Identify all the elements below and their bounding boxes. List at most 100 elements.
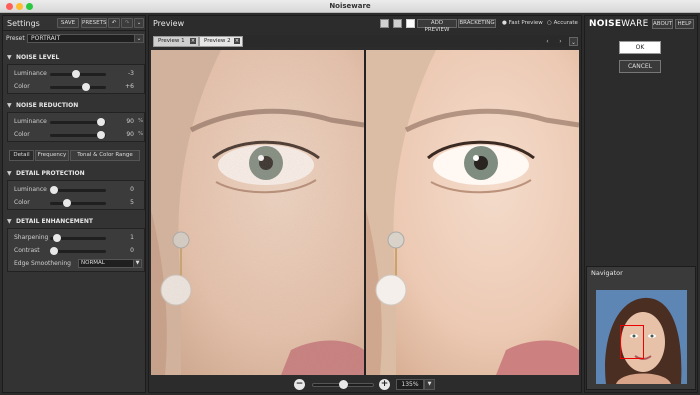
detail-protection-luminance-row: Luminance 0 (8, 184, 144, 196)
window-title: Noiseware (329, 2, 371, 10)
next-tab-button[interactable]: › (556, 37, 565, 46)
help-button[interactable]: HELP (675, 19, 694, 29)
preview-title: Preview (153, 19, 185, 28)
chevron-down-icon: ⌄ (570, 39, 577, 46)
tab-detail[interactable]: Detail (9, 150, 34, 161)
tab-tonal-color-range[interactable]: Tonal & Color Range (70, 150, 140, 161)
slider-track[interactable] (50, 202, 106, 205)
logo-bold: NOISE (589, 19, 622, 29)
portrait-noisy-image (151, 50, 364, 375)
prev-tab-button[interactable]: ‹ (543, 37, 552, 46)
navigator-title: Navigator (591, 269, 623, 277)
slider-value: -3 (128, 70, 134, 77)
detail-protection-color-row: Color 5 (8, 197, 144, 209)
preset-row: Preset PORTRAIT ⌄ (3, 32, 145, 46)
tab-label: Preview 1 (158, 38, 185, 44)
navigator-thumbnail[interactable] (596, 290, 687, 384)
add-preview-button[interactable]: ADD PREVIEW (417, 19, 457, 33)
right-panel: NOISEWARE 5 ABOUT HELP OK CANCEL Navigat… (584, 15, 698, 393)
chevron-left-icon: ‹ (546, 38, 549, 45)
slider-knob[interactable] (96, 131, 105, 139)
accurate-radio[interactable]: ○ Accurate (547, 20, 578, 26)
split-horizontal-button[interactable] (393, 19, 402, 28)
slider-knob[interactable] (63, 199, 71, 207)
edge-smoothening-select[interactable]: NORMAL (78, 259, 134, 268)
fast-preview-radio[interactable]: ● Fast Preview (502, 20, 543, 26)
zoom-out-button[interactable]: − (294, 379, 305, 390)
slider-value: 1 (130, 234, 134, 241)
zoom-dropdown-button[interactable]: ▼ (424, 379, 435, 390)
close-icon[interactable]: × (234, 38, 240, 44)
edge-smoothening-dropdown[interactable]: ▼ (133, 259, 142, 268)
slider-label: Color (14, 131, 30, 138)
slider-track[interactable] (50, 86, 106, 89)
presets-button[interactable]: PRESETS (81, 18, 107, 28)
noise-reduction-header[interactable]: ▼ NOISE REDUCTION (3, 100, 145, 111)
close-icon[interactable]: × (190, 38, 196, 44)
single-view-button[interactable] (380, 19, 389, 28)
preview-image-area[interactable] (151, 50, 579, 375)
chevron-down-icon: ⌄ (136, 20, 142, 26)
minus-icon: − (295, 379, 304, 389)
bracketing-button[interactable]: BRACKETING (458, 19, 496, 28)
slider-track[interactable] (50, 189, 106, 192)
undo-icon: ↶ (111, 20, 117, 26)
zoom-slider-knob[interactable] (339, 380, 348, 389)
slider-knob[interactable] (82, 83, 91, 91)
unit-label: % (138, 131, 144, 137)
detail-tabs: Detail Frequency Tonal & Color Range (7, 150, 145, 161)
undo-button[interactable]: ↶ (108, 18, 120, 28)
zoom-value-field[interactable]: 135% (396, 379, 424, 390)
chevron-down-icon: ▼ (135, 260, 140, 266)
slider-knob[interactable] (50, 247, 58, 255)
noise-level-header[interactable]: ▼ NOISE LEVEL (3, 52, 145, 63)
slider-knob[interactable] (71, 70, 80, 78)
settings-panel: Settings SAVE PRESETS ↶ ↷ ⌄ Preset PORTR… (2, 15, 146, 393)
slider-label: Color (14, 199, 30, 206)
tab-frequency[interactable]: Frequency (35, 150, 69, 161)
detail-enhancement-box: Sharpening 1 Contrast 0 Edge Smoothening… (7, 228, 145, 272)
collapse-triangle-icon: ▼ (7, 102, 12, 109)
preview-tab-bar: Preview 1 × Preview 2 × ‹ › ⌄ (149, 35, 581, 47)
slider-track[interactable] (50, 250, 106, 253)
fast-preview-label: Fast Preview (508, 20, 543, 26)
noise-level-title: NOISE LEVEL (16, 54, 60, 61)
preset-label: Preset (6, 35, 25, 42)
redo-icon: ↷ (124, 20, 130, 26)
plus-icon: + (380, 379, 389, 389)
tab-preview-2[interactable]: Preview 2 × (199, 36, 243, 47)
portrait-denoised-image (366, 50, 579, 375)
slider-knob[interactable] (50, 186, 58, 194)
processed-image[interactable] (366, 50, 579, 375)
chevron-down-icon: ▼ (427, 381, 432, 387)
settings-menu-button[interactable]: ⌄ (134, 18, 144, 28)
redo-button[interactable]: ↷ (121, 18, 133, 28)
preset-dropdown-button[interactable]: ⌄ (134, 34, 144, 43)
split-vertical-button[interactable] (406, 19, 415, 28)
settings-title: Settings (7, 19, 40, 28)
slider-label: Contrast (14, 247, 40, 254)
detail-protection-title: DETAIL PROTECTION (16, 170, 85, 177)
slider-label: Luminance (14, 118, 47, 125)
preset-select[interactable]: PORTRAIT (27, 34, 135, 43)
slider-knob[interactable] (96, 118, 105, 126)
noise-level-luminance-row: Luminance -3 (8, 68, 144, 80)
edge-smoothening-label: Edge Smoothening (14, 260, 71, 267)
about-button[interactable]: ABOUT (652, 19, 673, 29)
detail-protection-header[interactable]: ▼ DETAIL PROTECTION (3, 168, 145, 179)
slider-knob[interactable] (52, 234, 61, 242)
noise-level-color-row: Color +6 (8, 81, 144, 93)
original-image[interactable] (151, 50, 364, 375)
collapse-triangle-icon: ▼ (7, 170, 12, 177)
save-button[interactable]: SAVE (57, 18, 79, 28)
unit-label: % (138, 118, 144, 124)
navigator-viewport-rect[interactable] (620, 325, 644, 359)
slider-label: Luminance (14, 70, 47, 77)
tab-preview-1[interactable]: Preview 1 × (153, 36, 199, 47)
tab-menu-button[interactable]: ⌄ (569, 37, 578, 46)
ok-button[interactable]: OK (619, 41, 661, 54)
cancel-button[interactable]: CANCEL (619, 60, 661, 73)
zoom-in-button[interactable]: + (379, 379, 390, 390)
title-bar: Noiseware (0, 0, 700, 13)
detail-enhancement-header[interactable]: ▼ DETAIL ENHANCEMENT (3, 216, 145, 227)
